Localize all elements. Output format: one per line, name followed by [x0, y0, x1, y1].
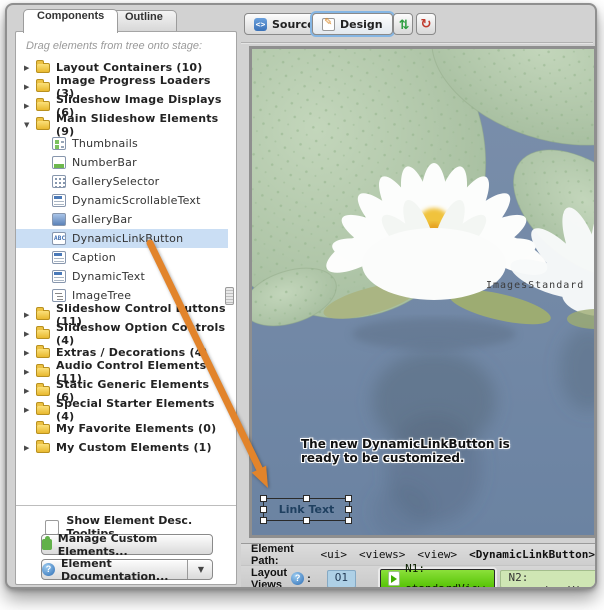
- selection-handle[interactable]: [260, 517, 267, 524]
- folder-icon: [36, 386, 50, 396]
- panel-divider: [16, 505, 236, 506]
- imagetree-icon: [52, 289, 66, 302]
- design-pencil-icon: [322, 18, 335, 31]
- tree-item-gallerybar[interactable]: GalleryBar: [16, 210, 228, 229]
- tree-folder-special-starter-elements[interactable]: Special Starter Elements (4): [16, 400, 228, 419]
- path-segment-dynamiclinkbutton[interactable]: <DynamicLinkButton>: [469, 548, 595, 561]
- folder-icon: [36, 405, 50, 415]
- active-view-arrow-icon: [388, 571, 400, 586]
- image-component-label: ImagesStandard: [486, 280, 584, 291]
- view-chip-n2-secondaryview[interactable]: N2: secondaryView: [500, 570, 597, 588]
- collapse-triangle-icon[interactable]: [24, 64, 36, 72]
- design-stage[interactable]: ImagesStandard The new DynamicLinkButton…: [249, 46, 597, 538]
- split-divider: [187, 560, 188, 579]
- toolbar-separator: [241, 42, 593, 43]
- refresh-icon: ⇄: [396, 19, 411, 30]
- collapse-triangle-icon[interactable]: [24, 349, 36, 357]
- tree-item-dynamiclinkbutton[interactable]: DynamicLinkButton: [16, 229, 228, 248]
- design-button[interactable]: Design: [312, 13, 393, 35]
- stage-tooltip-text: The new DynamicLinkButton is ready to be…: [301, 437, 510, 465]
- layout-views-bar: Layout Views : O1 N1: standardView N2: s…: [241, 565, 595, 589]
- collapse-triangle-icon[interactable]: [24, 330, 36, 338]
- tree-folder-slideshow-option-controls[interactable]: Slideshow Option Controls (4): [16, 324, 228, 343]
- view-chip-o1[interactable]: O1: [327, 570, 356, 588]
- component-tree: Layout Containers (10) Image Progress Lo…: [16, 58, 228, 457]
- tab-components[interactable]: Components: [23, 9, 118, 33]
- selection-handle[interactable]: [260, 495, 267, 502]
- path-segment-views[interactable]: <views>: [359, 548, 405, 561]
- folder-icon: [36, 367, 50, 377]
- linkbutton-icon: [52, 232, 66, 245]
- thumbnails-icon: [52, 137, 66, 150]
- numberbar-icon: [52, 156, 66, 169]
- folder-icon: [36, 310, 50, 320]
- folder-icon: [36, 82, 50, 92]
- caption-icon: [52, 251, 66, 264]
- collapse-triangle-icon[interactable]: [24, 311, 36, 319]
- app-window: Components Outline Drag elements from tr…: [5, 3, 597, 589]
- drag-hint-text: Drag elements from tree onto stage:: [26, 40, 202, 52]
- reload-preview-button[interactable]: ↻: [416, 13, 436, 35]
- layout-views-label: Layout Views: [251, 567, 287, 590]
- tree-item-dynamicscrollabletext[interactable]: DynamicScrollableText: [16, 191, 228, 210]
- expand-triangle-icon[interactable]: [24, 121, 36, 129]
- selection-handle[interactable]: [345, 517, 352, 524]
- components-panel: Drag elements from tree onto stage: Layo…: [15, 31, 237, 585]
- selection-handle[interactable]: [303, 495, 310, 502]
- view-chip-n1-standardview[interactable]: N1: standardView: [380, 569, 495, 589]
- tree-item-caption[interactable]: Caption: [16, 248, 228, 267]
- tree-folder-my-custom-elements[interactable]: My Custom Elements (1): [16, 438, 228, 457]
- puzzle-icon: [42, 539, 52, 550]
- scrollabletext-icon: [52, 194, 66, 207]
- collapse-triangle-icon[interactable]: [24, 102, 36, 110]
- folder-icon: [36, 63, 50, 73]
- collapse-triangle-icon[interactable]: [24, 368, 36, 376]
- tree-folder-my-favorite-elements[interactable]: My Favorite Elements (0): [16, 419, 228, 438]
- folder-icon: [36, 424, 50, 434]
- collapse-triangle-icon[interactable]: [24, 387, 36, 395]
- folder-icon: [36, 348, 50, 358]
- open-folder-icon: [36, 120, 50, 130]
- collapse-triangle-icon[interactable]: [24, 406, 36, 414]
- galleryselector-icon: [52, 175, 66, 188]
- manage-custom-elements-button[interactable]: Manage Custom Elements...: [41, 534, 213, 555]
- dropdown-arrow-icon[interactable]: ▼: [198, 565, 204, 574]
- path-segment-ui[interactable]: <ui>: [321, 548, 348, 561]
- tree-item-galleryselector[interactable]: GallerySelector: [16, 172, 228, 191]
- collapse-triangle-icon[interactable]: [24, 444, 36, 452]
- collapse-triangle-icon[interactable]: [24, 83, 36, 91]
- selection-handle[interactable]: [345, 506, 352, 513]
- tree-item-dynamictext[interactable]: DynamicText: [16, 267, 228, 286]
- tree-item-numberbar[interactable]: NumberBar: [16, 153, 228, 172]
- help-icon: [42, 563, 55, 576]
- gallerybar-icon: [52, 213, 66, 226]
- source-code-icon: [254, 18, 267, 31]
- element-documentation-button[interactable]: Element Documentation... ▼: [41, 559, 213, 580]
- refresh-button[interactable]: ⇄: [393, 13, 413, 35]
- red-reload-icon: ↻: [421, 17, 432, 32]
- tree-folder-main-slideshow-elements[interactable]: Main Slideshow Elements (9): [16, 115, 228, 134]
- tab-outline[interactable]: Outline: [111, 10, 177, 32]
- dynamictext-icon: [52, 270, 66, 283]
- tree-scrollbar-thumb[interactable]: [225, 287, 234, 305]
- selection-handle[interactable]: [303, 517, 310, 524]
- selection-handle[interactable]: [260, 506, 267, 513]
- help-icon[interactable]: [291, 572, 304, 585]
- folder-icon: [36, 101, 50, 111]
- element-path-label: Element Path:: [251, 543, 312, 567]
- folder-icon: [36, 443, 50, 453]
- selection-handle[interactable]: [345, 495, 352, 502]
- folder-icon: [36, 329, 50, 339]
